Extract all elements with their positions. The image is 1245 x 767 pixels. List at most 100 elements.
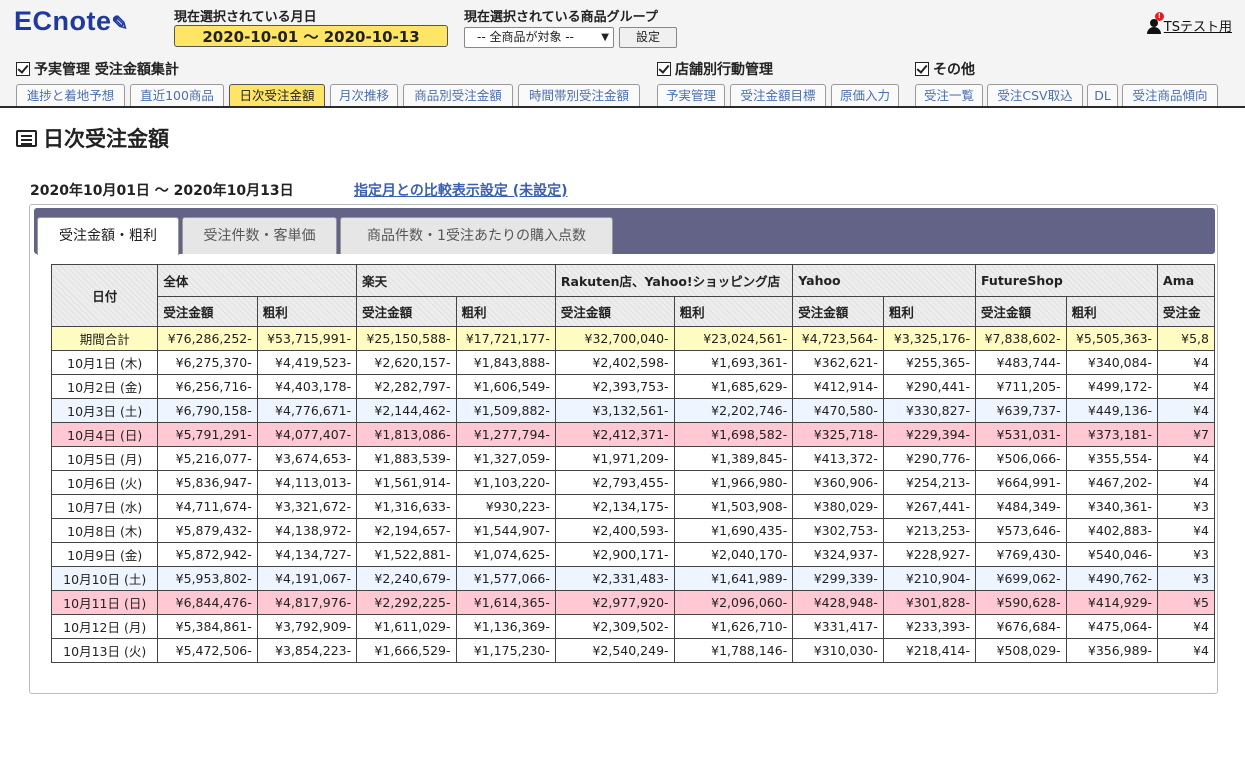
- checkbox-icon: [16, 62, 30, 76]
- nav-tab-product-trend[interactable]: 受注商品傾向: [1122, 84, 1218, 106]
- app-header: ECnote✎ 現在選択されている月日 2020-10-01 〜 2020-10…: [0, 0, 1245, 108]
- nav-tab-daily-orders[interactable]: 日次受注金額: [229, 84, 325, 106]
- col-header-sales: 受注金額: [975, 296, 1067, 327]
- sales-cell: ¥1,522,881-: [356, 542, 457, 567]
- col-header-sales: 受注金額: [356, 296, 457, 327]
- sales-cell: ¥531,031-: [975, 422, 1067, 447]
- product-group-select[interactable]: -- 全商品が対象 -- ▼: [464, 27, 614, 48]
- profit-cell: ¥255,365-: [882, 350, 977, 375]
- section-other: その他: [915, 59, 975, 79]
- sales-cell: ¥590,628-: [975, 590, 1067, 615]
- app-logo[interactable]: ECnote✎: [14, 6, 129, 37]
- table-row-total: 期間合計 ¥76,286,252- ¥53,715,991- ¥25,150,588-…: [51, 326, 1215, 351]
- sales-cell: ¥428,948-: [792, 590, 884, 615]
- table-group-header: 日付 全体 楽天 Rakuten店、Yahoo!ショッピング店 Yahoo Fu…: [51, 264, 1215, 327]
- user-menu[interactable]: ! TSテスト用: [1146, 12, 1232, 35]
- date-range: 2020年10月01日 〜 2020年10月13日: [30, 183, 294, 199]
- profit-cell: ¥213,253-: [882, 518, 977, 543]
- profit-cell: ¥4,138,972-: [256, 518, 358, 543]
- profit-cell: ¥340,361-: [1065, 494, 1159, 519]
- user-icon: !: [1146, 12, 1164, 34]
- profit-cell: ¥210,904-: [882, 566, 977, 591]
- col-header-sales: 受注金額: [792, 296, 884, 327]
- date-cell: 10月10日 (土): [51, 566, 159, 591]
- sales-cell: ¥7,838,602-: [975, 326, 1067, 351]
- profit-cell: ¥540,046-: [1065, 542, 1159, 567]
- tab-sales-profit[interactable]: 受注金額・粗利: [37, 217, 179, 255]
- table-row: 10月5日 (月) ¥5,216,077- ¥3,674,653- ¥1,883,53…: [51, 446, 1215, 471]
- profit-cell: ¥1,685,629-: [673, 374, 794, 399]
- profit-cell: ¥5,505,363-: [1065, 326, 1159, 351]
- sales-cell: ¥7: [1157, 422, 1215, 447]
- profit-cell: ¥1,843,888-: [455, 350, 556, 375]
- profit-cell: ¥1,626,710-: [673, 614, 794, 639]
- set-button[interactable]: 設定: [619, 27, 677, 48]
- sales-cell: ¥5,953,802-: [157, 566, 258, 591]
- sales-cell: ¥2,620,157-: [356, 350, 457, 375]
- sales-cell: ¥1,611,029-: [356, 614, 457, 639]
- sales-cell: ¥664,991-: [975, 470, 1067, 495]
- nav-tab-progress-forecast[interactable]: 進捗と着地予想: [16, 84, 125, 106]
- sales-cell: ¥711,205-: [975, 374, 1067, 399]
- sales-cell: ¥2,402,598-: [554, 350, 675, 375]
- sales-cell: ¥4: [1157, 398, 1215, 423]
- sales-cell: ¥5,872,942-: [157, 542, 258, 567]
- nav-tab-product-orders[interactable]: 商品別受注金額: [403, 84, 513, 106]
- chevron-down-icon: ▼: [601, 32, 609, 43]
- nav-tab-recent-100[interactable]: 直近100商品: [130, 84, 224, 106]
- profit-cell: ¥1,788,146-: [673, 638, 794, 663]
- sales-cell: ¥4: [1157, 446, 1215, 471]
- nav-tab-monthly-trend[interactable]: 月次推移: [330, 84, 398, 106]
- tab-orders-avg-spend[interactable]: 受注件数・客単価: [182, 217, 337, 254]
- nav-tab-budget-actual[interactable]: 予実管理: [657, 84, 725, 106]
- sales-cell: ¥4,711,674-: [157, 494, 258, 519]
- date-cell: 10月9日 (金): [51, 542, 159, 567]
- sales-cell: ¥506,066-: [975, 446, 1067, 471]
- profit-cell: ¥4,403,178-: [256, 374, 358, 399]
- tab-item-count[interactable]: 商品件数・1受注あたりの購入点数: [340, 217, 613, 254]
- table-scroll-area[interactable]: 日付 全体 楽天 Rakuten店、Yahoo!ショッピング店 Yahoo Fu…: [51, 264, 1215, 689]
- sales-cell: ¥1,813,086-: [356, 422, 457, 447]
- sales-cell: ¥508,029-: [975, 638, 1067, 663]
- sales-cell: ¥5,879,432-: [157, 518, 258, 543]
- nav-tab-csv-import[interactable]: 受注CSV取込: [987, 84, 1083, 106]
- profit-cell: ¥267,441-: [882, 494, 977, 519]
- profit-cell: ¥4,113,013-: [256, 470, 358, 495]
- date-cell: 10月2日 (金): [51, 374, 159, 399]
- period-value[interactable]: 2020-10-01 〜 2020-10-13: [174, 25, 448, 47]
- profit-cell: ¥23,024,561-: [673, 326, 794, 351]
- col-header-profit: 粗利: [673, 296, 794, 327]
- sales-cell: ¥324,937-: [792, 542, 884, 567]
- nav-tab-download[interactable]: DL: [1087, 84, 1118, 106]
- nav-tab-hourly-orders[interactable]: 時間帯別受注金額: [518, 84, 640, 106]
- sales-cell: ¥1,666,529-: [356, 638, 457, 663]
- profit-cell: ¥2,202,746-: [673, 398, 794, 423]
- sales-cell: ¥2,793,455-: [554, 470, 675, 495]
- profit-cell: ¥414,929-: [1065, 590, 1159, 615]
- profit-cell: ¥1,606,549-: [455, 374, 556, 399]
- nav-tab-cost-input[interactable]: 原価入力: [831, 84, 899, 106]
- sales-cell: ¥2,400,593-: [554, 518, 675, 543]
- profit-cell: ¥355,554-: [1065, 446, 1159, 471]
- page-title: 日次受注金額: [16, 123, 169, 153]
- sales-cell: ¥4: [1157, 518, 1215, 543]
- compare-settings-link[interactable]: 指定月との比較表示設定 (未設定): [354, 180, 568, 200]
- group-header-rakuten: 楽天: [356, 264, 556, 297]
- table-row: 10月13日 (火) ¥5,472,506- ¥3,854,223- ¥1,666,5…: [51, 638, 1215, 663]
- profit-cell: ¥1,693,361-: [673, 350, 794, 375]
- sales-cell: ¥380,029-: [792, 494, 884, 519]
- profit-cell: ¥2,040,170-: [673, 542, 794, 567]
- sales-cell: ¥331,417-: [792, 614, 884, 639]
- profit-cell: ¥1,614,365-: [455, 590, 556, 615]
- nav-tab-order-target[interactable]: 受注金額目標: [730, 84, 826, 106]
- sales-cell: ¥25,150,588-: [356, 326, 457, 351]
- list-icon: [16, 130, 37, 147]
- user-name-link[interactable]: TSテスト用: [1164, 20, 1232, 35]
- date-cell: 10月6日 (火): [51, 470, 159, 495]
- profit-cell: ¥1,503,908-: [673, 494, 794, 519]
- table-row: 10月2日 (金) ¥6,256,716- ¥4,403,178- ¥2,282,79…: [51, 374, 1215, 399]
- profit-cell: ¥218,414-: [882, 638, 977, 663]
- table-row: 10月8日 (木) ¥5,879,432- ¥4,138,972- ¥2,194,65…: [51, 518, 1215, 543]
- nav-tab-order-list[interactable]: 受注一覧: [915, 84, 983, 106]
- group-header-amazon: Ama: [1157, 264, 1215, 297]
